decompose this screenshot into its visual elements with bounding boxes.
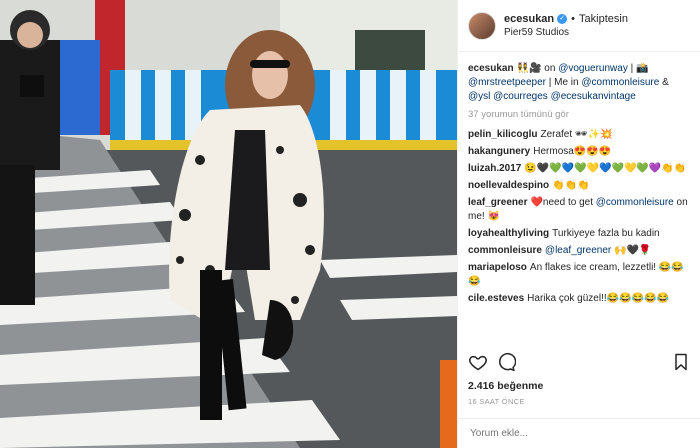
comment-text: 🙌🖤🌹 (611, 245, 652, 256)
comment-item: pelin_kilicoglu Zerafet 🕶✨💥 (468, 128, 690, 142)
caption-username[interactable]: ecesukan (468, 63, 514, 74)
comment-text: Harika çok güzel!!😂😂😂😂😂 (527, 293, 669, 304)
mention-link[interactable]: @mrstreetpeeper (468, 77, 546, 88)
mention-link[interactable]: @ecesukanvintage (551, 91, 636, 102)
mention-link[interactable]: @ysl (468, 91, 490, 102)
post-author-username[interactable]: ecesukan (504, 12, 554, 26)
comment-text: 👏👏👏 (552, 180, 590, 191)
comments-section: ecesukan 👯‍♀️🎥 on @voguerunway | 📸 @mrstr… (458, 52, 700, 324)
comment-username[interactable]: pelin_kilicoglu (468, 129, 537, 140)
comment-bubble-icon[interactable] (496, 352, 517, 372)
street-style-photo (0, 0, 457, 448)
comment-item: cile.esteves Harika çok güzel!!😂😂😂😂😂 (468, 292, 690, 306)
follow-status[interactable]: Takiptesin (579, 12, 628, 26)
comment-item: noellevaldespino 👏👏👏 (468, 179, 690, 193)
comment-text: 😉🖤💚💙💚💛💙💚💛💚💜👏👏 (524, 163, 687, 174)
comment-item: hakangunery Hermosa😍😍😍 (468, 145, 690, 159)
bookmark-icon[interactable] (671, 352, 691, 372)
comment-text: Hermosa😍😍😍 (533, 146, 612, 157)
comment-item: leaf_greener ❤️need to get @commonleisure… (468, 196, 690, 224)
comment-username[interactable]: loyahealthyliving (468, 228, 549, 239)
comment-item: luizah.2017 😉🖤💚💙💚💛💙💚💛💚💜👏👏 (468, 162, 690, 176)
comment-text: Zerafet 🕶✨💥 (540, 129, 613, 140)
comment-username[interactable]: leaf_greener (468, 197, 527, 208)
comment-text: ❤️need to get (530, 197, 596, 208)
mention-link[interactable]: @courreges (493, 91, 548, 102)
comment-username[interactable]: noellevaldespino (468, 180, 549, 191)
post-timestamp[interactable]: 16 SAAT ÖNCE (468, 397, 691, 406)
add-comment-bar (458, 418, 700, 448)
verified-badge-icon: ✓ (557, 13, 568, 24)
comment-username[interactable]: commonleisure (468, 245, 542, 256)
caption-text: | Me in (545, 77, 582, 88)
mention-link[interactable]: @leaf_greener (545, 245, 611, 256)
post-location[interactable]: Pier59 Studios (504, 26, 628, 40)
comment-username[interactable]: mariapeloso (468, 262, 527, 273)
post-side-panel: ecesukan ✓ • Takiptesin Pier59 Studios e… (457, 0, 700, 448)
view-all-comments-link[interactable]: 37 yorumun tümünü gör (468, 108, 690, 122)
avatar[interactable] (468, 11, 496, 40)
comment-text: Turkiyeye fazla bu kadin (552, 228, 660, 239)
comment-username[interactable]: cile.esteves (468, 293, 524, 304)
caption-text: | 📸 (627, 63, 649, 74)
post-photo[interactable] (0, 0, 457, 448)
likes-count[interactable]: 2.416 beğenme (468, 380, 691, 392)
post-header: ecesukan ✓ • Takiptesin Pier59 Studios (458, 0, 700, 52)
separator-dot: • (571, 12, 576, 25)
caption-text: & (659, 77, 669, 88)
heart-icon[interactable] (468, 352, 488, 372)
caption-text: 👯‍♀️🎥 on (516, 63, 559, 74)
mention-link[interactable]: @voguerunway (558, 63, 628, 74)
comment-item: commonleisure @leaf_greener 🙌🖤🌹 (468, 244, 690, 258)
comment-username[interactable]: luizah.2017 (468, 163, 521, 174)
mention-link[interactable]: @commonleisure (596, 197, 674, 208)
comment-item: mariapeloso An flakes ice cream, lezzetli… (468, 261, 690, 289)
comment-username[interactable]: hakangunery (468, 146, 530, 157)
add-comment-input[interactable] (470, 428, 689, 439)
post-caption: ecesukan 👯‍♀️🎥 on @voguerunway | 📸 @mrstr… (468, 62, 690, 104)
comment-item: loyahealthyliving Turkiyeye fazla bu kadi… (468, 227, 690, 241)
mention-link[interactable]: @commonleisure (581, 77, 659, 88)
post-actions: 2.416 beğenme 16 SAAT ÖNCE (458, 350, 700, 406)
